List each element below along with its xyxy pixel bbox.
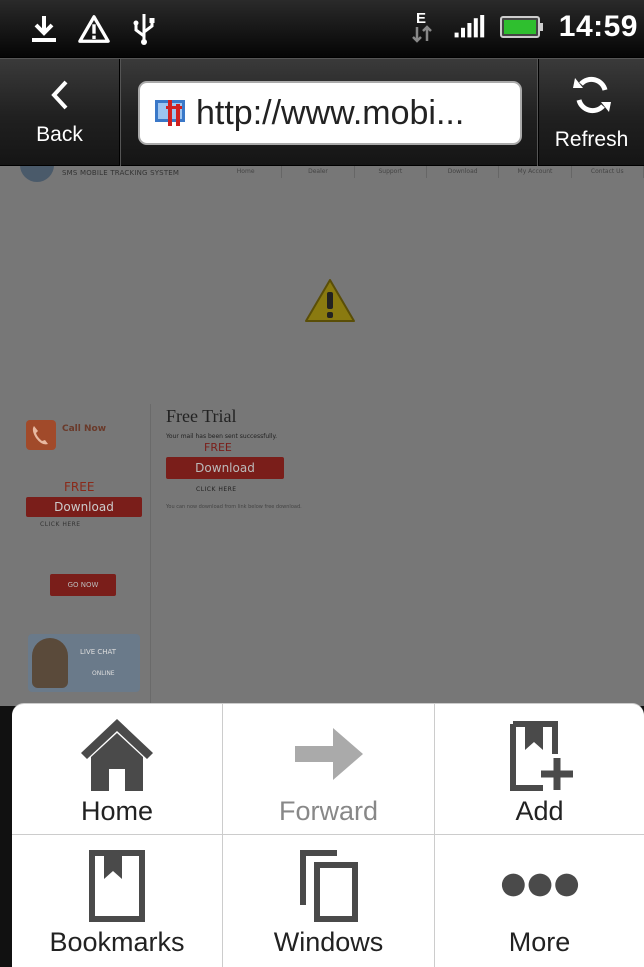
nav-item[interactable]: Download [427,166,500,178]
menu-label: Windows [273,927,384,957]
nav-item[interactable]: My Account [499,166,572,178]
menu-label: Bookmarks [49,927,185,957]
svg-text:E: E [416,10,426,27]
menu-label: Add [515,796,564,826]
battery-icon [499,10,545,44]
download-icon [28,12,60,46]
agent-avatar [32,638,68,688]
call-now-label[interactable]: Call Now [62,424,106,434]
signal-icon [453,10,485,44]
usb-icon [128,12,160,46]
live-chat-status: ONLINE [92,670,115,677]
menu-item-forward[interactable]: Forward [223,704,435,835]
main-click-here[interactable]: CLICK HERE [196,486,237,493]
menu-item-windows[interactable]: Windows [223,835,435,967]
side-download-button[interactable]: Download [26,497,142,517]
webpage-dimmed: SMS MOBILE TRACKING SYSTEM Home Dealer S… [0,166,644,706]
bookmark-icon [77,845,157,925]
home-icon [77,714,157,794]
back-button[interactable]: Back [0,59,120,167]
forward-arrow-icon [289,714,369,794]
side-free-label: FREE [64,480,95,494]
free-trial-note: You can now download from link below fre… [166,504,302,510]
live-chat-label: LIVE CHAT [80,648,117,656]
status-bar: E 14:59 [0,0,644,58]
phone-icon [26,420,56,450]
nav-item[interactable]: Support [355,166,427,178]
add-bookmark-icon [500,714,580,794]
main-download-button[interactable]: Download [166,457,284,479]
site-tagline: SMS MOBILE TRACKING SYSTEM [62,169,180,177]
live-chat-banner[interactable]: LIVE CHAT ONLINE [28,634,140,692]
side-go-button[interactable]: GO NOW [50,574,116,596]
nav-item[interactable]: Home [210,166,283,178]
menu-label: Home [80,796,154,826]
menu-item-bookmarks[interactable]: Bookmarks [12,835,223,967]
site-logo [20,166,54,182]
back-label: Back [36,123,83,146]
browser-options-menu: Home Forward Add Bookmarks Windows More [12,704,644,967]
site-favicon [154,98,190,128]
more-icon [500,845,580,925]
nav-item[interactable]: Contact Us [572,166,644,178]
side-click-here[interactable]: CLICK HERE [40,521,81,528]
warning-triangle-icon [304,278,356,328]
windows-icon [289,845,369,925]
main-free-label: FREE [204,441,232,454]
menu-item-home[interactable]: Home [12,704,223,835]
url-bar[interactable]: http://www.mobi... [138,81,522,145]
menu-label: More [508,927,571,957]
nav-item[interactable]: Dealer [282,166,355,178]
site-nav: Home Dealer Support Download My Account … [210,166,644,178]
free-trial-message: Your mail has been sent successfully. [166,433,278,440]
free-trial-title: Free Trial [166,406,237,426]
refresh-icon [571,74,613,120]
data-edge-icon: E [407,10,439,44]
clock: 14:59 [558,10,638,43]
menu-label: Forward [278,796,379,826]
menu-item-add[interactable]: Add [435,704,644,835]
web-content[interactable]: SMS MOBILE TRACKING SYSTEM Home Dealer S… [0,166,644,706]
menu-item-more[interactable]: More [435,835,644,967]
browser-toolbar: Back http://www.mobi... Refresh [0,58,644,167]
refresh-button[interactable]: Refresh [538,59,644,167]
chevron-left-icon [48,79,72,115]
refresh-label: Refresh [554,128,629,151]
warning-icon [78,12,110,46]
url-text: http://www.mobi... [196,93,465,132]
sidebar-divider [150,404,151,706]
